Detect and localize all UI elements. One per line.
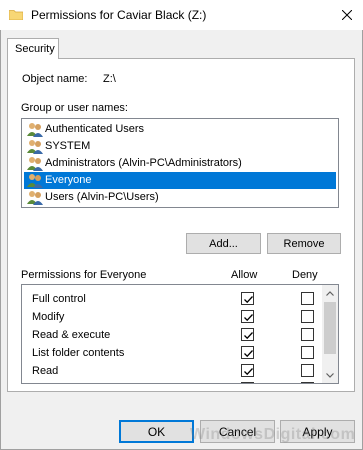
allow-column-header: Allow (231, 269, 258, 281)
deny-checkbox[interactable] (301, 382, 314, 383)
deny-checkbox[interactable] (301, 364, 314, 377)
list-item-users[interactable]: Users (Alvin-PC\Users) (24, 189, 336, 206)
window-title: Permissions for Caviar Black (Z:) (31, 8, 207, 22)
ok-button[interactable]: OK (119, 420, 194, 443)
object-name-label: Object name: (22, 73, 88, 85)
permission-row-read: Read (22, 362, 324, 380)
security-panel: Object name: Z:\ Group or user names: Au… (7, 58, 355, 392)
list-item-authenticated-users[interactable]: Authenticated Users (24, 121, 336, 138)
permission-label: Read (32, 365, 59, 377)
check-icon (244, 314, 253, 322)
permission-row-read-execute: Read & execute (22, 326, 324, 344)
permission-row-list-folder-contents: List folder contents (22, 344, 324, 362)
users-icon (27, 173, 43, 188)
allow-checkbox[interactable] (241, 292, 254, 305)
folder-icon (8, 9, 24, 21)
check-icon (244, 368, 253, 376)
chevron-up-icon (326, 290, 334, 296)
allow-checkbox[interactable] (241, 346, 254, 359)
users-icon (27, 190, 43, 205)
permissions-list[interactable]: Full control Modify Read & execute List … (21, 284, 339, 384)
permission-label: List folder contents (32, 347, 125, 359)
permissions-header: Permissions for Everyone (21, 269, 147, 281)
allow-checkbox[interactable] (241, 382, 254, 383)
scroll-up-button[interactable] (322, 285, 338, 301)
list-item-system[interactable]: SYSTEM (24, 138, 336, 155)
list-item-label: Administrators (Alvin-PC\Administrators) (45, 157, 242, 169)
scroll-down-button[interactable] (322, 367, 338, 383)
allow-checkbox[interactable] (241, 310, 254, 323)
users-icon (27, 122, 43, 137)
permission-label: Modify (32, 311, 65, 323)
permissions-scrollbar[interactable] (322, 285, 338, 383)
list-item-administrators[interactable]: Administrators (Alvin-PC\Administrators) (24, 155, 336, 172)
users-icon (27, 156, 43, 171)
permission-label: Read & execute (32, 329, 111, 341)
tab-security[interactable]: Security (7, 38, 59, 59)
group-user-list[interactable]: Authenticated Users SYSTEM Administrator… (21, 118, 339, 208)
permission-label: Full control (32, 293, 86, 305)
allow-checkbox[interactable] (241, 364, 254, 377)
scroll-thumb[interactable] (324, 302, 336, 354)
title-bar: Permissions for Caviar Black (Z:) (0, 0, 363, 30)
check-icon (244, 350, 253, 358)
close-button[interactable] (332, 1, 362, 29)
chevron-down-icon (326, 372, 334, 378)
allow-checkbox[interactable] (241, 328, 254, 341)
users-icon (27, 139, 43, 154)
list-item-everyone[interactable]: Everyone (24, 172, 336, 189)
deny-checkbox[interactable] (301, 328, 314, 341)
remove-button[interactable]: Remove (267, 233, 341, 254)
close-icon (342, 10, 352, 20)
check-icon (244, 296, 253, 304)
list-item-label: Users (Alvin-PC\Users) (45, 191, 159, 203)
permission-row-full-control: Full control (22, 290, 324, 308)
group-names-label: Group or user names: (21, 102, 128, 114)
apply-button[interactable]: Apply (280, 420, 355, 443)
permission-row-partial (22, 380, 324, 383)
cancel-button[interactable]: Cancel (200, 420, 275, 443)
deny-checkbox[interactable] (301, 292, 314, 305)
deny-checkbox[interactable] (301, 346, 314, 359)
permission-row-modify: Modify (22, 308, 324, 326)
list-item-label: SYSTEM (45, 140, 91, 152)
add-button[interactable]: Add... (186, 233, 261, 254)
tab-security-label: Security (15, 43, 55, 55)
check-icon (244, 332, 253, 340)
deny-checkbox[interactable] (301, 310, 314, 323)
deny-column-header: Deny (292, 269, 318, 281)
object-name-value: Z:\ (103, 73, 116, 85)
list-item-label: Everyone (45, 174, 92, 186)
list-item-label: Authenticated Users (45, 123, 145, 135)
